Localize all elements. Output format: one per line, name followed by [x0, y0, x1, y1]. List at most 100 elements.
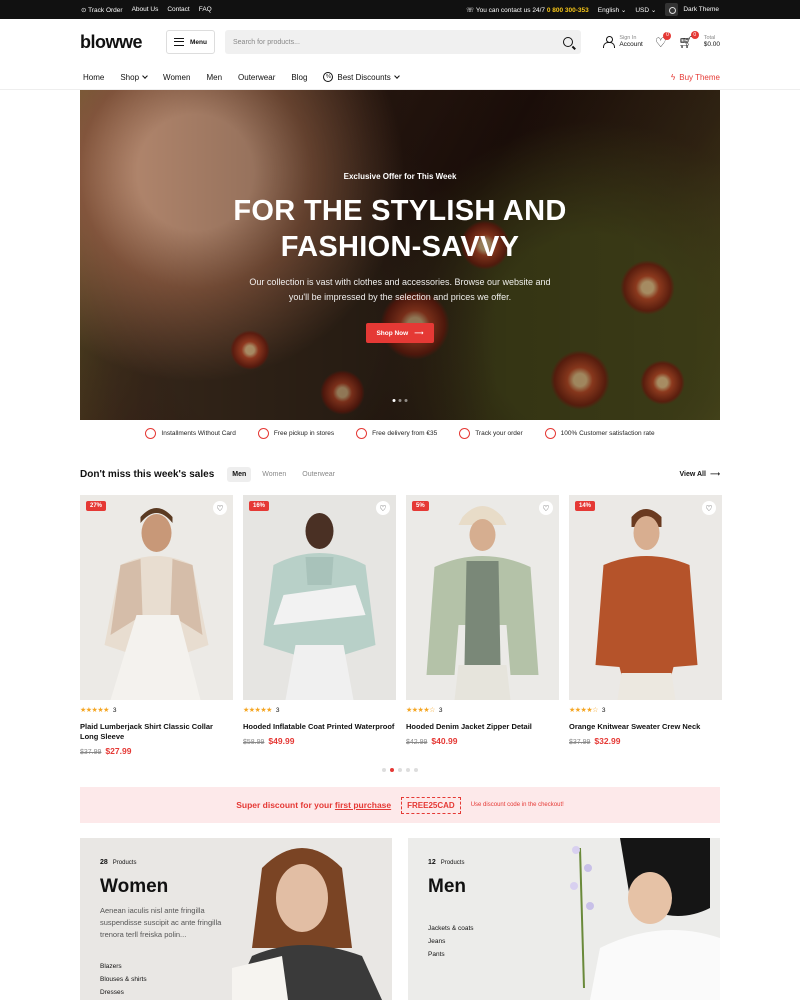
wishlist-count: 0 [663, 31, 672, 40]
dark-theme-toggle[interactable]: Dark Theme [665, 3, 719, 16]
discount-badge: 16% [249, 501, 270, 511]
feature-strip: Installments Without Card Free pickup in… [0, 428, 800, 439]
promo-banner: Super discount for your first purchase F… [80, 787, 720, 823]
menu-button[interactable]: Menu [166, 30, 215, 54]
wishlist-button[interactable]: ♡ 0 [655, 31, 672, 49]
category-link[interactable]: Jackets & coats [428, 922, 474, 935]
product-photo [263, 513, 375, 700]
product-card[interactable]: 5% ♡ ★★★★☆ 3 Hooded Denim Jacket Zipper D… [406, 495, 559, 756]
thumbs-up-icon [544, 428, 556, 439]
product-grid: 27% ♡ ★★★★★ 3 Plaid Lumberjack Shirt Clas… [80, 495, 722, 756]
contact-link[interactable]: Contact [167, 6, 189, 13]
tab-women[interactable]: Women [257, 467, 291, 482]
star-rating: ★★★★☆ [569, 707, 598, 714]
product-rating: ★★★★★ 3 [80, 706, 117, 715]
carousel-dot[interactable] [414, 768, 418, 772]
shop-now-button[interactable]: Shop Now ⟶ [366, 323, 434, 343]
sales-section-header: Don't miss this week's sales Men Women O… [80, 465, 720, 483]
product-card[interactable]: 16% ♡ ★★★★★ 3 Hooded Inflatable Coat Prin… [243, 495, 396, 756]
about-us-link[interactable]: About Us [132, 6, 159, 13]
account-link[interactable]: Sign In Account [603, 35, 643, 49]
first-purchase-link[interactable]: first purchase [335, 800, 391, 810]
percent-icon: % [323, 72, 334, 82]
slider-dot[interactable] [392, 399, 396, 402]
category-link[interactable]: Jeans [428, 935, 474, 948]
wishlist-heart-icon[interactable]: ♡ [702, 501, 716, 515]
product-price: $42.99 $40.99 [406, 736, 458, 746]
route-icon [459, 428, 471, 439]
nav-blog[interactable]: Blog [291, 73, 307, 82]
nav-women[interactable]: Women [163, 73, 190, 82]
hamburger-icon [174, 38, 184, 46]
product-image[interactable]: 14% ♡ [569, 495, 722, 700]
product-name[interactable]: Hooded Denim Jacket Zipper Detail [406, 722, 559, 732]
faq-link[interactable]: FAQ [199, 6, 212, 13]
cart-button[interactable]: 🛒︎ 0 Total $0.00 [678, 31, 720, 49]
main-nav: Home Shop Women Men Outerwear Blog % Best… [0, 65, 800, 90]
promo-note: Use discount code in the checkout! [470, 802, 564, 808]
search-icon[interactable] [562, 37, 573, 47]
carousel-dot[interactable] [390, 768, 394, 772]
slider-dot[interactable] [398, 399, 402, 402]
language-select[interactable]: English ⌄ [598, 6, 627, 14]
wishlist-heart-icon[interactable]: ♡ [539, 501, 553, 515]
category-link[interactable]: Pants [428, 948, 474, 961]
category-link[interactable]: Blouses & shirts [100, 973, 147, 986]
star-rating: ★★★★★ [243, 707, 272, 714]
carousel-dot[interactable] [406, 768, 410, 772]
buy-theme-link[interactable]: ϟ Buy Theme [671, 73, 720, 82]
hero-banner: Exclusive Offer for This Week FOR THE ST… [80, 90, 720, 420]
hero-title: FOR THE STYLISH AND FASHION-SAVVY [233, 195, 567, 263]
product-card[interactable]: 14% ♡ ★★★★☆ 3 Orange Knitwear Sweater Cre… [569, 495, 722, 756]
nav-home[interactable]: Home [83, 73, 104, 82]
nav-men[interactable]: Men [206, 73, 222, 82]
slider-dots [392, 399, 408, 402]
carousel-dot[interactable] [382, 768, 386, 772]
product-image[interactable]: 27% ♡ [80, 495, 233, 700]
category-title: Women [100, 876, 169, 897]
feature-item: Track your order [459, 428, 523, 439]
product-image[interactable]: 16% ♡ [243, 495, 396, 700]
wishlist-heart-icon[interactable]: ♡ [213, 501, 227, 515]
category-photo [570, 838, 720, 1000]
top-bar: ⊙ Track Order About Us Contact FAQ ☏ You… [0, 0, 800, 19]
product-name[interactable]: Orange Knitwear Sweater Crew Neck [569, 722, 722, 732]
carousel-dot[interactable] [398, 768, 402, 772]
slider-dot[interactable] [404, 399, 408, 402]
product-photo [595, 509, 697, 700]
track-order-link[interactable]: ⊙ Track Order [81, 6, 123, 14]
view-all-link[interactable]: View All ⟶ [679, 470, 720, 479]
arrow-right-icon: ⟶ [414, 330, 424, 337]
category-link[interactable]: Blazers [100, 960, 147, 973]
sun-icon [665, 3, 679, 16]
star-rating: ★★★★☆ [406, 707, 435, 714]
nav-shop[interactable]: Shop [120, 73, 148, 82]
category-card-men[interactable]: 12 Products Men Jackets & coats Jeans Pan… [408, 838, 720, 1000]
category-card-women[interactable]: 28 Products Women Aenean iaculis nisl ant… [80, 838, 392, 1000]
wishlist-heart-icon[interactable]: ♡ [376, 501, 390, 515]
feature-item: 100% Customer satisfaction rate [544, 428, 655, 439]
feature-item: Free pickup in stores [257, 428, 334, 439]
category-link[interactable]: Dresses [100, 986, 147, 999]
nav-best-discounts[interactable]: % Best Discounts [323, 72, 400, 82]
discount-badge: 27% [86, 501, 107, 511]
product-image[interactable]: 5% ♡ [406, 495, 559, 700]
product-price: $58.99 $49.99 [243, 736, 295, 746]
product-name[interactable]: Plaid Lumberjack Shirt Classic Collar Lo… [80, 722, 233, 742]
product-name[interactable]: Hooded Inflatable Coat Printed Waterproo… [243, 722, 396, 732]
section-title: Don't miss this week's sales [80, 468, 215, 480]
product-rating: ★★★★★ 3 [243, 706, 280, 715]
logo[interactable]: blowwe [80, 32, 166, 53]
product-photo [426, 506, 538, 700]
tab-men[interactable]: Men [227, 466, 252, 482]
search-input[interactable]: Search for products... [224, 30, 581, 54]
tab-outerwear[interactable]: Outerwear [297, 467, 340, 482]
product-card[interactable]: 27% ♡ ★★★★★ 3 Plaid Lumberjack Shirt Clas… [80, 495, 233, 756]
discount-code[interactable]: FREE25CAD [401, 796, 461, 814]
carousel-dots [0, 768, 800, 772]
phone-number[interactable]: 0 800 300-353 [547, 7, 589, 14]
product-price: $37.99 $32.99 [569, 736, 621, 746]
nav-outerwear[interactable]: Outerwear [238, 73, 275, 82]
currency-select[interactable]: USD ⌄ [635, 6, 656, 14]
product-count: 12 Products [428, 859, 465, 866]
